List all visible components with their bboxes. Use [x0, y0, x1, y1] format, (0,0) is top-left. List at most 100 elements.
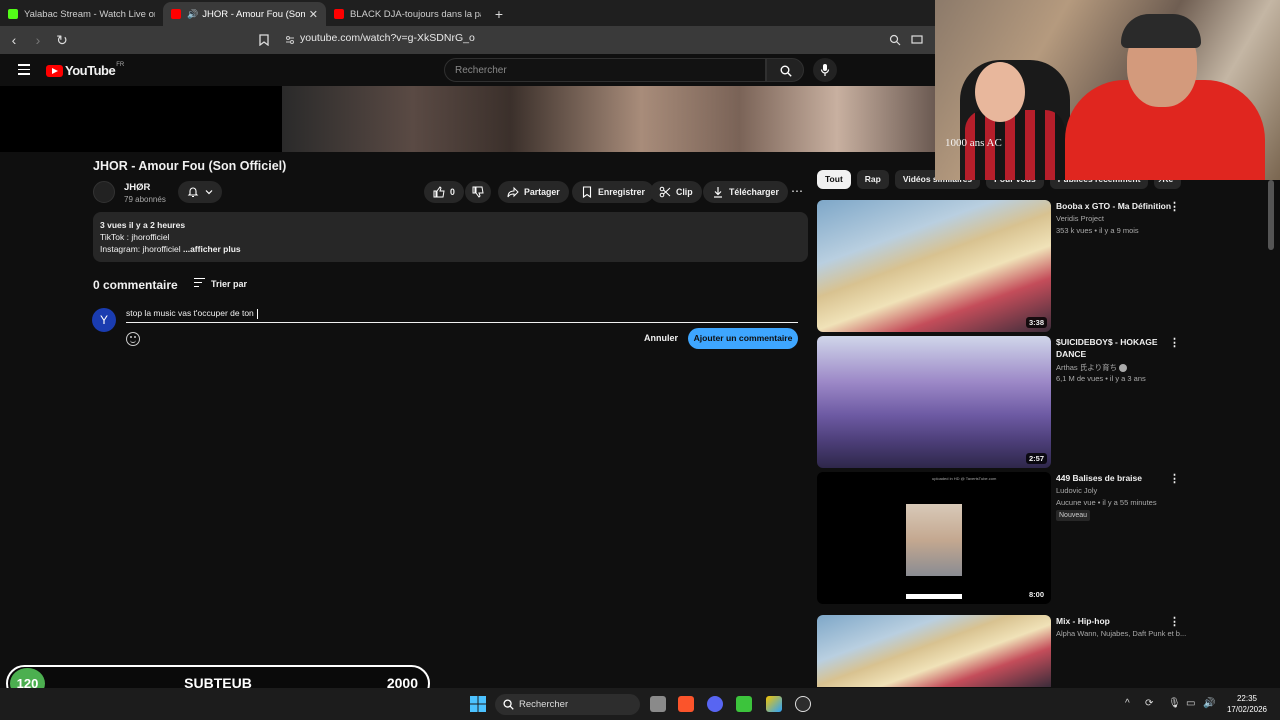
bookmark-icon[interactable] — [259, 34, 269, 46]
mic-tray-icon[interactable]: 🎙 — [1168, 698, 1181, 709]
sort-icon — [194, 278, 205, 290]
youtube-play-icon — [46, 64, 63, 77]
duration-badge: 8:00 — [1025, 589, 1047, 600]
sort-comments-button[interactable]: Trier par — [194, 278, 247, 290]
hamburger-menu-icon[interactable] — [18, 64, 30, 78]
clip-label: Clip — [676, 187, 693, 197]
close-tab-icon[interactable]: ✕ — [309, 8, 318, 21]
channel-name: Arthas 氏より育ち — [1056, 363, 1118, 372]
recommendation-item[interactable]: uploaded in HD @ TavertsTube.com 8:00 44… — [817, 472, 1217, 604]
kebab-menu-icon[interactable]: ⋮ — [1169, 336, 1180, 349]
app-icon[interactable] — [766, 696, 782, 712]
recommendation-title[interactable]: $UICIDEBOY$ - HOKAGE DANCE — [1056, 336, 1184, 360]
speaker-icon[interactable]: 🔊 — [187, 9, 198, 20]
recommendation-meta: 353 k vues • il y a 9 mois — [1056, 226, 1139, 235]
cast-icon[interactable] — [911, 34, 923, 46]
obs-icon[interactable] — [795, 696, 811, 712]
comment-draft-text: stop la music vas t'occuper de ton — [126, 308, 257, 318]
webcam-overlay: 1000 ans AC — [935, 0, 1280, 180]
dislike-button[interactable] — [465, 181, 491, 203]
description-box[interactable]: 3 vues il y a 2 heures TikTok : jhoroffi… — [93, 212, 808, 262]
recommendation-channel[interactable]: Ludovic Joly — [1056, 486, 1196, 495]
recommendation-item[interactable]: Mix - Hip-hop Alpha Wann, Nujabes, Daft … — [817, 615, 1217, 687]
site-info-icon[interactable] — [285, 35, 295, 45]
youtube-favicon-icon — [171, 9, 181, 19]
tab-kick[interactable]: Yalabac Stream - Watch Live on Kick — [0, 2, 163, 26]
tab-youtube-2[interactable]: BLACK DJA-toujours dans la partie-C — [326, 2, 489, 26]
brave-browser-icon[interactable] — [678, 696, 694, 712]
recommendation-item[interactable]: 3:38 Booba x GTO - Ma Définition Veridis… — [817, 200, 1217, 332]
video-player[interactable] — [0, 86, 935, 152]
reload-icon[interactable]: ↻ — [52, 30, 72, 50]
share-button[interactable]: Partager — [498, 181, 569, 203]
channel-avatar[interactable] — [93, 181, 115, 203]
kebab-menu-icon[interactable]: ⋮ — [1169, 472, 1180, 485]
tray-chevron-icon[interactable]: ^ — [1125, 698, 1130, 709]
webcam-still-image — [906, 504, 962, 576]
spreadsheet-app-icon[interactable] — [736, 696, 752, 712]
recommendation-channel[interactable]: Veridis Project — [1056, 214, 1196, 223]
new-tab-icon[interactable]: + — [489, 2, 509, 26]
network-tray-icon[interactable]: ⟳ — [1145, 698, 1153, 709]
share-icon — [507, 186, 519, 198]
recommendation-channel: Alpha Wann, Nujabes, Daft Punk et b... — [1056, 629, 1187, 638]
windows-start-icon[interactable] — [470, 696, 486, 712]
zoom-icon[interactable] — [889, 34, 901, 46]
video-thumbnail[interactable]: 2:57 — [817, 336, 1051, 468]
notifications-button[interactable] — [178, 181, 222, 203]
bell-icon — [187, 187, 199, 197]
search-button[interactable] — [766, 58, 804, 82]
youtube-logo[interactable]: YouTube FR — [46, 62, 124, 78]
youtube-wordmark: YouTube — [65, 63, 116, 78]
recommendation-item[interactable]: 2:57 $UICIDEBOY$ - HOKAGE DANCE Arthas 氏… — [817, 336, 1217, 468]
download-label: Télécharger — [729, 187, 779, 197]
more-actions-icon[interactable]: ⋯ — [786, 181, 808, 203]
thumbs-up-icon — [433, 186, 445, 198]
recommendation-title[interactable]: Mix - Hip-hop — [1056, 615, 1184, 627]
chip-rap[interactable]: Rap — [856, 170, 889, 189]
scrollbar[interactable] — [1268, 180, 1274, 250]
emoji-icon[interactable] — [126, 332, 140, 346]
voice-search-button[interactable] — [813, 58, 837, 82]
chip-all[interactable]: Tout — [817, 170, 851, 189]
recommendation-meta: 6,1 M de vues • il y a 3 ans — [1056, 374, 1146, 383]
tab-youtube-active[interactable]: 🔊 JHOR - Amour Fou (Son Offi ✕ — [163, 2, 326, 26]
download-button[interactable]: Télécharger — [703, 181, 788, 203]
clock-date: 17/02/2026 — [1226, 705, 1268, 714]
volume-tray-icon[interactable]: 🔊 — [1203, 698, 1215, 709]
forward-icon[interactable]: › — [28, 30, 48, 50]
show-more-link[interactable]: ...afficher plus — [183, 244, 241, 254]
cancel-button[interactable]: Annuler — [636, 328, 686, 349]
display-tray-icon[interactable]: ▭ — [1186, 698, 1195, 709]
back-icon[interactable]: ‹ — [4, 30, 24, 50]
duration-badge: 2:57 — [1025, 453, 1047, 464]
recommendation-title[interactable]: 449 Balises de braise — [1056, 472, 1184, 484]
chevron-down-icon — [205, 190, 213, 195]
like-button[interactable]: 0 — [424, 181, 464, 203]
channel-name[interactable]: JHØR — [124, 182, 150, 193]
discord-icon[interactable] — [707, 696, 723, 712]
search-input[interactable]: Rechercher — [444, 58, 766, 82]
tab-title: JHOR - Amour Fou (Son Offi — [202, 8, 305, 20]
save-button[interactable]: Enregistrer — [572, 181, 654, 203]
clip-button[interactable]: Clip — [650, 181, 702, 203]
recommendation-meta: Aucune vue • il y a 55 minutes — [1056, 498, 1157, 507]
url-field[interactable]: youtube.com/watch?v=g-XkSDNrG_o — [300, 32, 475, 44]
video-title: JHOR - Amour Fou (Son Officiel) — [93, 159, 287, 173]
add-comment-button[interactable]: Ajouter un commentaire — [688, 328, 798, 349]
duration-badge: 3:38 — [1025, 317, 1047, 328]
kebab-menu-icon[interactable]: ⋮ — [1169, 200, 1180, 213]
recommendation-title[interactable]: Booba x GTO - Ma Définition — [1056, 200, 1184, 212]
taskbar-clock[interactable]: 22:35 17/02/2026 — [1222, 693, 1272, 715]
video-thumbnail[interactable]: 3:38 — [817, 200, 1051, 332]
save-label: Enregistrer — [598, 187, 645, 197]
video-thumbnail[interactable] — [817, 615, 1051, 687]
comment-input[interactable]: stop la music vas t'occuper de ton — [126, 308, 798, 323]
file-explorer-icon[interactable] — [650, 696, 666, 712]
taskbar-search[interactable]: Rechercher — [495, 694, 640, 715]
recommendation-channel[interactable]: Arthas 氏より育ち — [1056, 362, 1196, 373]
kebab-menu-icon[interactable]: ⋮ — [1169, 615, 1180, 628]
person-left-head — [975, 62, 1025, 122]
thumbnail-bar — [906, 594, 962, 599]
video-thumbnail[interactable]: uploaded in HD @ TavertsTube.com 8:00 — [817, 472, 1051, 604]
